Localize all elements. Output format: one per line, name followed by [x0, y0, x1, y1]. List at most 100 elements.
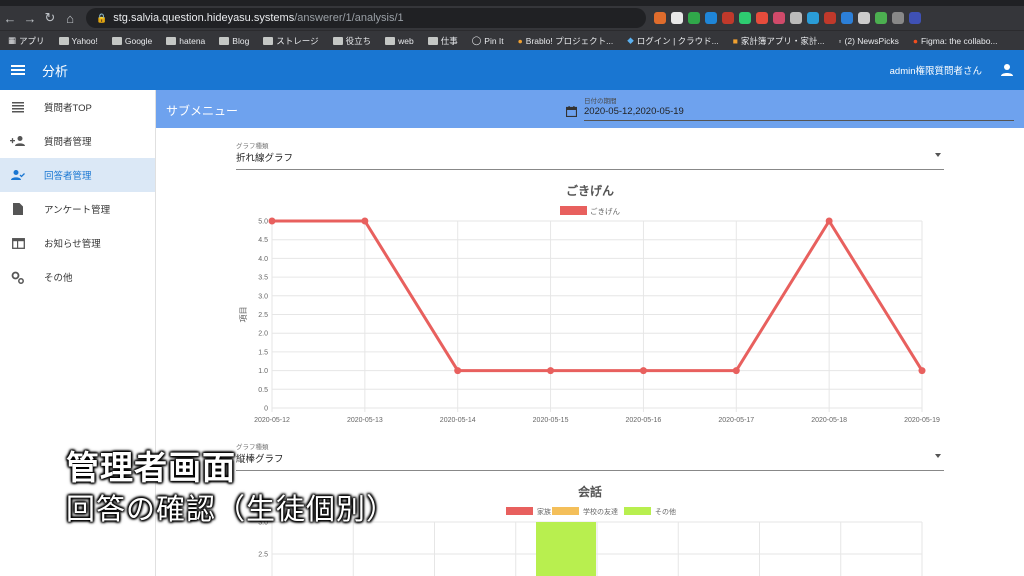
bookmark-label: Blog	[232, 35, 250, 46]
extension-icon[interactable]	[790, 12, 802, 24]
browser-toolbar: ← → ↻ ⌂ 🔒 stg.salvia.question.hideyasu.s…	[0, 6, 1024, 30]
legend-label: その他	[655, 507, 676, 516]
x-tick-label: 2020-05-18	[811, 417, 847, 424]
date-range-label: 日付の期間	[584, 98, 617, 105]
extension-icon[interactable]	[688, 12, 700, 24]
bookmark-label: Yahoo!	[71, 35, 98, 46]
sidebar-item-questioner-manage[interactable]: 質問者管理	[0, 124, 155, 158]
extension-icon[interactable]	[773, 12, 785, 24]
extension-icon[interactable]	[824, 12, 836, 24]
bookmark-label: hatena	[179, 35, 206, 46]
sidebar-item-label: アンケート管理	[44, 205, 111, 216]
calendar-icon[interactable]	[566, 106, 577, 117]
home-icon[interactable]: ⌂	[60, 11, 80, 26]
folder-icon	[58, 36, 69, 45]
sidebar-item-news-manage[interactable]: お知らせ管理	[0, 226, 155, 260]
extension-icon[interactable]	[756, 12, 768, 24]
bookmark-newspicks[interactable]: ▫ (2) NewsPicks	[839, 36, 899, 46]
sidebar-item-answerer-manage[interactable]: 回答者管理	[0, 158, 155, 192]
back-icon[interactable]: ←	[0, 11, 20, 26]
list-icon	[10, 101, 26, 113]
legend-label: 学校の友達	[583, 507, 618, 516]
bookmark-storage[interactable]: ストレージ	[263, 35, 319, 47]
bookmark-label: Google	[124, 35, 153, 46]
bookmark-pinit[interactable]: ◯ Pin It	[472, 35, 504, 46]
graph-type-label: グラフ種類	[236, 143, 269, 150]
extension-icon[interactable]	[892, 12, 904, 24]
legend-swatch	[552, 507, 579, 515]
date-range-field[interactable]: 2020-05-12,2020-05-19	[584, 106, 1014, 121]
bookmark-web[interactable]: web	[385, 36, 414, 46]
forward-icon[interactable]: →	[20, 11, 40, 26]
person-check-icon	[10, 169, 26, 181]
data-point	[732, 367, 740, 375]
user-name[interactable]: admin権限質問者さん	[890, 63, 982, 77]
sidebar-item-other[interactable]: その他	[0, 260, 155, 294]
legend-label: ごきげん	[590, 206, 620, 216]
extension-icon[interactable]	[671, 12, 683, 24]
y-tick-label: 2.5	[258, 312, 268, 319]
extension-icon[interactable]	[654, 12, 666, 24]
bar	[536, 522, 596, 576]
y-tick-label: 3.5	[258, 275, 268, 282]
bookmark-apps[interactable]: ▦ アプリ	[8, 35, 45, 47]
bookmark-kakeibo[interactable]: ■ 家計簿アプリ・家計...	[733, 35, 825, 47]
submenu-title: サブメニュー	[166, 104, 239, 118]
graph-type-value: 折れ線グラフ	[236, 153, 294, 164]
graph-type-select[interactable]: グラフ種類 折れ線グラフ	[236, 140, 944, 170]
x-tick-label: 2020-05-17	[718, 417, 754, 424]
bookmark-label: 役立ち	[345, 35, 372, 46]
hamburger-menu-icon[interactable]	[11, 63, 25, 77]
data-point	[547, 367, 555, 375]
lock-icon: 🔒	[96, 12, 108, 23]
extension-icon[interactable]	[858, 12, 870, 24]
address-bar[interactable]: 🔒 stg.salvia.question.hideyasu.systems/a…	[86, 8, 646, 28]
extension-icon[interactable]	[875, 12, 887, 24]
legend-label: 家族	[537, 507, 551, 516]
bookmark-label: 仕事	[440, 35, 458, 46]
folder-icon	[263, 36, 274, 45]
apps-icon: ▦	[8, 35, 17, 45]
extension-icons	[654, 12, 921, 24]
bookmark-useful[interactable]: 役立ち	[332, 35, 372, 47]
sidebar-item-label: 質問者管理	[44, 137, 92, 148]
bookmark-work[interactable]: 仕事	[427, 35, 458, 47]
bookmark-hatena[interactable]: hatena	[166, 36, 205, 46]
figma-icon: ●	[912, 35, 918, 46]
folder-icon	[427, 36, 438, 45]
reload-icon[interactable]: ↻	[40, 10, 60, 26]
dropdown-arrow-icon	[935, 153, 941, 157]
overlay-subtitle: 回答の確認（生徒個別）	[66, 494, 397, 526]
sidebar-item-questioner-top[interactable]: 質問者TOP	[0, 90, 155, 124]
x-tick-label: 2020-05-16	[626, 417, 662, 424]
extension-icon[interactable]	[841, 12, 853, 24]
bookmark-brablo[interactable]: ● Brablo! プロジェクト...	[518, 35, 614, 47]
legend-swatch	[506, 507, 533, 515]
extension-icon[interactable]	[705, 12, 717, 24]
bookmark-login[interactable]: ◆ ログイン | クラウド...	[627, 35, 719, 47]
y-tick-label: 2.5	[258, 552, 268, 559]
bookmark-figma[interactable]: ● Figma: the collabo...	[913, 36, 998, 46]
graph-type-value: 縦棒グラフ	[236, 454, 284, 465]
person-add-icon	[10, 135, 26, 147]
account-icon[interactable]	[1000, 63, 1014, 77]
y-tick-label: 1.0	[258, 368, 268, 375]
extension-icon[interactable]	[909, 12, 921, 24]
extension-icon[interactable]	[807, 12, 819, 24]
y-tick-label: 2.0	[258, 331, 268, 338]
url-host: stg.salvia.question.hideyasu.systems	[113, 12, 295, 24]
extension-icon[interactable]	[722, 12, 734, 24]
graph-type-select-2[interactable]: グラフ種類 縦棒グラフ	[236, 441, 944, 471]
bookmarks-bar: ▦ アプリ Yahoo! Google hatena Blog ストレージ 役立ち…	[0, 30, 1024, 50]
extension-icon[interactable]	[739, 12, 751, 24]
sidebar-item-survey-manage[interactable]: アンケート管理	[0, 192, 155, 226]
bookmark-blog[interactable]: Blog	[219, 36, 249, 46]
y-tick-label: 4.0	[258, 256, 268, 263]
bookmark-yahoo[interactable]: Yahoo!	[58, 35, 98, 46]
folder-icon	[166, 36, 177, 45]
web-icon	[10, 237, 26, 249]
chart-title: ごきげん	[566, 183, 614, 198]
bookmark-google[interactable]: Google	[111, 35, 153, 46]
kakeibo-icon: ■	[732, 35, 738, 46]
folder-icon	[111, 36, 122, 45]
